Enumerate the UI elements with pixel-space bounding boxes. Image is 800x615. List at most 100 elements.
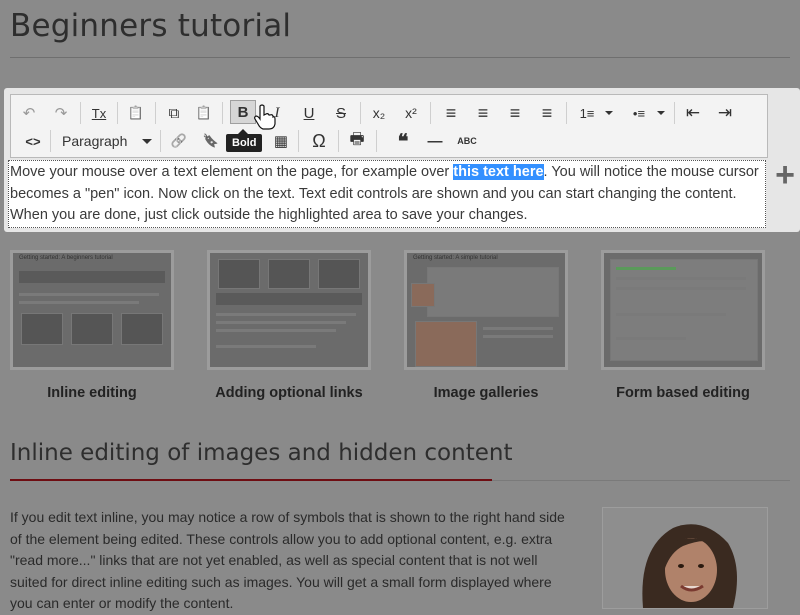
thumbnail-adding-optional-links[interactable]	[207, 250, 371, 370]
bold-button[interactable]: B	[230, 100, 256, 124]
thumbnail-block	[121, 313, 163, 345]
thumbnail-inline-editing[interactable]: Getting started: A beginners tutorial	[10, 250, 174, 370]
table-icon: ▦	[273, 133, 289, 150]
numbered-list-dropdown[interactable]	[600, 101, 618, 125]
align-left-icon: ≡	[445, 102, 457, 123]
toolbar-separator	[430, 102, 431, 124]
thumbnail-line	[616, 337, 686, 340]
superscript-button[interactable]: x²	[398, 101, 424, 125]
numbered-list-button[interactable]: 1≡	[574, 101, 600, 125]
thumbnail-block	[21, 313, 63, 345]
redo-icon: ↷	[54, 105, 68, 122]
outdent-icon: ⇤	[685, 103, 701, 122]
thumbnail-form-based-editing[interactable]	[601, 250, 765, 370]
add-content-button[interactable]: +	[770, 156, 800, 194]
bullet-list-icon: •≡	[632, 105, 646, 121]
chevron-down-icon	[657, 111, 665, 115]
thumbnail-image-galleries[interactable]: Getting started: A simple tutorial	[404, 250, 568, 370]
indent-button[interactable]: ⇥	[712, 101, 738, 125]
paste-button[interactable]: 📋	[123, 101, 149, 125]
thumbnail-mini-title: Getting started: A beginners tutorial	[19, 255, 113, 261]
thumbnail-line	[616, 277, 746, 280]
toolbar-separator	[674, 102, 675, 124]
spellcheck-icon: ABC	[457, 136, 477, 146]
blockquote-button[interactable]: ❝	[390, 129, 416, 153]
thumbnail-photo	[415, 321, 477, 367]
thumbnail-block	[268, 259, 310, 289]
thumbnail-caption[interactable]: Adding optional links	[207, 385, 371, 401]
thumbnail-line	[19, 293, 159, 296]
format-select[interactable]: Paragraph	[52, 129, 156, 153]
blockquote-icon: ❝	[397, 130, 409, 153]
special-char-button[interactable]: Ω	[306, 129, 332, 153]
bookmark-button[interactable]: 🔖	[198, 129, 224, 153]
thumbnail-line	[616, 267, 676, 270]
outdent-button[interactable]: ⇤	[680, 101, 706, 125]
thumbnail-line	[216, 321, 346, 324]
undo-button[interactable]: ↶	[16, 101, 42, 125]
thumbnail-line	[616, 287, 746, 290]
thumbnail-caption[interactable]: Image galleries	[404, 385, 568, 401]
subscript-icon: x₂	[372, 105, 386, 121]
toolbar-separator	[376, 130, 377, 152]
bullet-list-button[interactable]: •≡	[626, 101, 652, 125]
bullet-list-dropdown[interactable]	[652, 101, 670, 125]
toolbar-separator	[360, 102, 361, 124]
chevron-down-icon	[605, 111, 613, 115]
remove-format-button[interactable]: Tx	[86, 101, 112, 125]
selected-text: this text here	[453, 164, 544, 180]
align-justify-icon: ≡	[541, 102, 553, 123]
subscript-button[interactable]: x₂	[366, 101, 392, 125]
paste-icon: 📋	[127, 105, 145, 120]
paste-text-button[interactable]: 📋	[191, 101, 217, 125]
align-left-button[interactable]: ≡	[438, 101, 464, 125]
portrait-illustration	[603, 508, 767, 608]
toolbar-separator	[298, 130, 299, 152]
hand-cursor-icon	[254, 104, 276, 130]
editable-paragraph[interactable]: Move your mouse over a text element on t…	[10, 162, 762, 227]
bookmark-icon: 🔖	[202, 133, 220, 148]
toolbar-separator	[155, 102, 156, 124]
strikethrough-button[interactable]: S	[328, 101, 354, 125]
spellcheck-button[interactable]: ABC	[454, 129, 480, 153]
source-code-icon: <>	[25, 133, 41, 149]
align-right-button[interactable]: ≡	[502, 101, 528, 125]
woman-portrait-image	[602, 507, 768, 609]
section-title: Inline editing of images and hidden cont…	[10, 440, 513, 466]
align-center-button[interactable]: ≡	[470, 101, 496, 125]
thumbnail-line	[483, 327, 553, 330]
copy-button[interactable]: ⧉	[161, 101, 187, 125]
align-center-icon: ≡	[477, 102, 489, 123]
thumbnail-line	[19, 301, 139, 304]
print-button[interactable]: 🖶	[344, 129, 370, 153]
indent-icon: ⇥	[717, 103, 733, 122]
thumbnail-block	[71, 313, 113, 345]
thumbnail-line	[216, 345, 316, 348]
print-icon: 🖶	[349, 130, 365, 148]
copy-icon: ⧉	[168, 104, 180, 122]
thumbnail-caption[interactable]: Inline editing	[10, 385, 174, 401]
undo-icon: ↶	[22, 105, 36, 122]
thumbnail-toolbar	[216, 293, 362, 305]
thumbnail-caption[interactable]: Form based editing	[601, 385, 765, 401]
section-body-text: If you edit text inline, you may notice …	[10, 509, 565, 611]
thumbnail-line	[216, 329, 336, 332]
source-code-button[interactable]: <>	[20, 129, 46, 153]
thumbnail-line	[483, 335, 553, 338]
underline-icon: U	[303, 104, 315, 122]
align-justify-button[interactable]: ≡	[534, 101, 560, 125]
toolbar-separator	[80, 102, 81, 124]
format-select-value: Paragraph	[62, 133, 128, 149]
redo-button[interactable]: ↷	[48, 101, 74, 125]
bold-icon: B	[237, 103, 249, 121]
horizontal-rule-icon: —	[427, 132, 443, 150]
link-icon: 🔗	[170, 133, 188, 148]
link-button[interactable]: 🔗	[166, 129, 192, 153]
horizontal-rule-button[interactable]: —	[422, 129, 448, 153]
table-button[interactable]: ▦	[268, 129, 294, 153]
thumbnail-form	[610, 259, 758, 361]
toolbar-separator	[222, 102, 223, 124]
thumbnail-line	[616, 313, 726, 316]
thumbnail-photo	[411, 283, 435, 307]
underline-button[interactable]: U	[296, 101, 322, 125]
